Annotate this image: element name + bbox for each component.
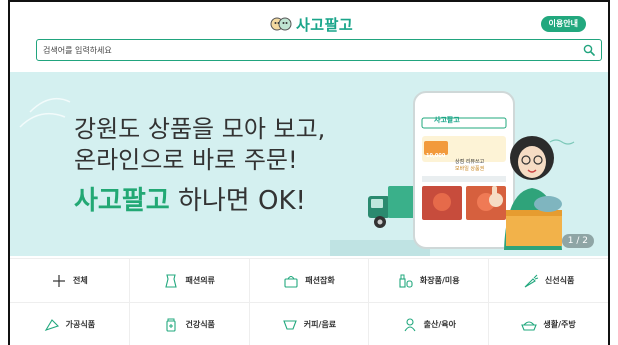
slogan-rest: 하나면 OK! [169, 186, 306, 216]
guide-button[interactable]: 이용안내 [540, 16, 586, 32]
category-all[interactable]: 전체 [10, 259, 130, 302]
plus-icon [53, 274, 66, 287]
category-health-food[interactable]: 건강식품 [130, 303, 250, 345]
search-icon[interactable] [583, 44, 595, 56]
search-input[interactable] [43, 43, 563, 58]
category-fashion-goods[interactable]: 패션잡화 [250, 259, 370, 302]
search-bar [36, 39, 602, 61]
logo-text: 사고팔고 [296, 15, 354, 34]
header: 사고팔고 이용안내 [10, 2, 608, 42]
category-label: 패션잡화 [305, 276, 335, 285]
phone-promo-sub: 모바일 상품권 [455, 166, 485, 172]
banner-headline-line1: 강원도 상품을 모아 보고, [74, 115, 326, 143]
banner-slogan: 사고팔고 하나면 OK! [74, 180, 306, 217]
phone-logo-text: 사고팔고 [434, 116, 460, 124]
category-cosmetics[interactable]: 화장품/미용 [369, 259, 490, 302]
category-label: 패션의류 [185, 276, 215, 285]
health-food-icon [166, 318, 177, 332]
category-fashion-clothing[interactable]: 패션의류 [130, 259, 250, 302]
woman-illustration [489, 136, 562, 250]
category-label: 가공식품 [65, 320, 96, 329]
category-processed-food[interactable]: 가공식품 [10, 303, 130, 345]
category-row: 전체 패션의류 패션잡화 화장품/미용 신선식품 [10, 259, 608, 303]
processed-food-icon [44, 318, 59, 331]
logo[interactable]: 사고팔고 [270, 12, 353, 36]
category-label: 커피/음료 [303, 320, 337, 329]
logo-mascot-icon [270, 17, 292, 31]
category-label: 전체 [73, 276, 88, 285]
carrot-icon [524, 274, 539, 287]
category-menu: 전체 패션의류 패션잡화 화장품/미용 신선식품 가공식품 건강식품 커피/음료… [10, 258, 608, 345]
category-label: 화장품/미용 [419, 276, 460, 285]
category-fresh-food[interactable]: 신선식품 [489, 259, 608, 302]
phone-promo-title: 상점 리뷰쓰고 [455, 159, 485, 165]
banner-headline-line2: 온라인으로 바로 주문! [74, 146, 298, 174]
category-living-kitchen[interactable]: 생활/주방 [489, 303, 608, 345]
category-row: 가공식품 건강식품 커피/음료 출산/육아 생활/주방 [10, 303, 608, 345]
kitchen-icon [521, 320, 538, 331]
category-label: 생활/주방 [543, 320, 576, 329]
promo-banner[interactable]: 강원도 상품을 모아 보고, 온라인으로 바로 주문! 사고팔고 하나면 OK! [10, 72, 608, 256]
baby-icon [404, 317, 416, 331]
bag-icon [284, 275, 298, 288]
category-label: 신선식품 [544, 276, 575, 285]
category-label: 건강식품 [185, 320, 215, 329]
clothing-icon [165, 273, 178, 288]
category-coffee-drinks[interactable]: 커피/음료 [250, 303, 370, 345]
page-frame: 사고팔고 이용안내 강원도 상품을 모아 보고, 온라인으로 바로 주문! 사고… [8, 0, 610, 345]
slogan-brand: 사고팔고 [74, 186, 170, 216]
category-label: 출산/육아 [423, 320, 456, 329]
phone-price-badge: 10,000 [426, 153, 446, 159]
banner-headline: 강원도 상품을 모아 보고, 온라인으로 바로 주문! [74, 114, 325, 176]
cosmetics-icon [399, 274, 413, 288]
banner-pager[interactable]: 1 / 2 [561, 234, 594, 248]
category-baby[interactable]: 출산/육아 [369, 303, 490, 345]
coffee-icon [283, 319, 297, 330]
